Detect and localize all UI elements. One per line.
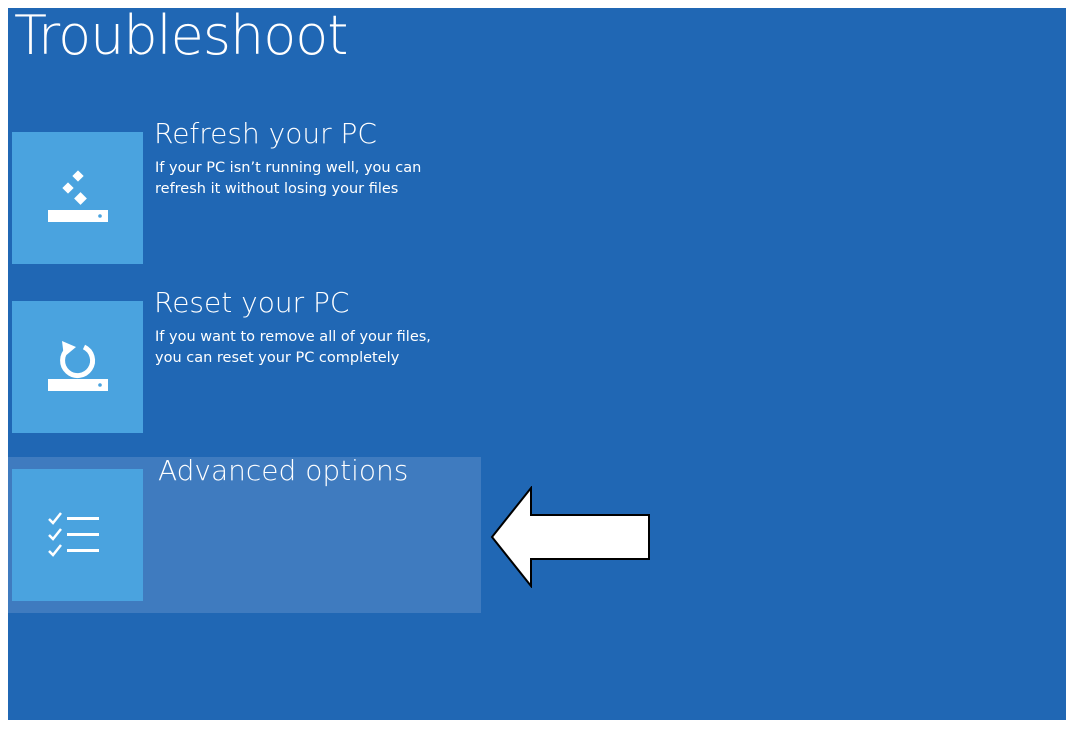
- page-title: Troubleshoot: [14, 8, 348, 67]
- refresh-pc-title: Refresh your PC: [154, 117, 377, 150]
- reset-pc-tile: [12, 301, 143, 433]
- advanced-options-option[interactable]: Advanced options: [8, 454, 481, 613]
- reset-pc-description: If you want to remove all of your files,…: [155, 329, 431, 366]
- checklist-icon: [47, 512, 99, 557]
- refresh-pc-option[interactable]: Refresh your PC If your PC isn’t running…: [8, 117, 481, 276]
- advanced-options-tile: [12, 469, 143, 601]
- refresh-pc-tile: [12, 132, 143, 264]
- refresh-pc-description: If your PC isn’t running well, you can r…: [155, 160, 422, 197]
- refresh-pc-icon: [47, 170, 108, 222]
- left-arrow-icon: [490, 486, 650, 588]
- reset-pc-option[interactable]: Reset your PC If you want to remove all …: [8, 286, 481, 445]
- reset-pc-title: Reset your PC: [154, 286, 350, 319]
- reset-pc-icon: [47, 341, 108, 391]
- troubleshoot-screen: Troubleshoot Refresh your PC If your PC …: [8, 8, 1066, 720]
- advanced-options-title: Advanced options: [158, 454, 409, 487]
